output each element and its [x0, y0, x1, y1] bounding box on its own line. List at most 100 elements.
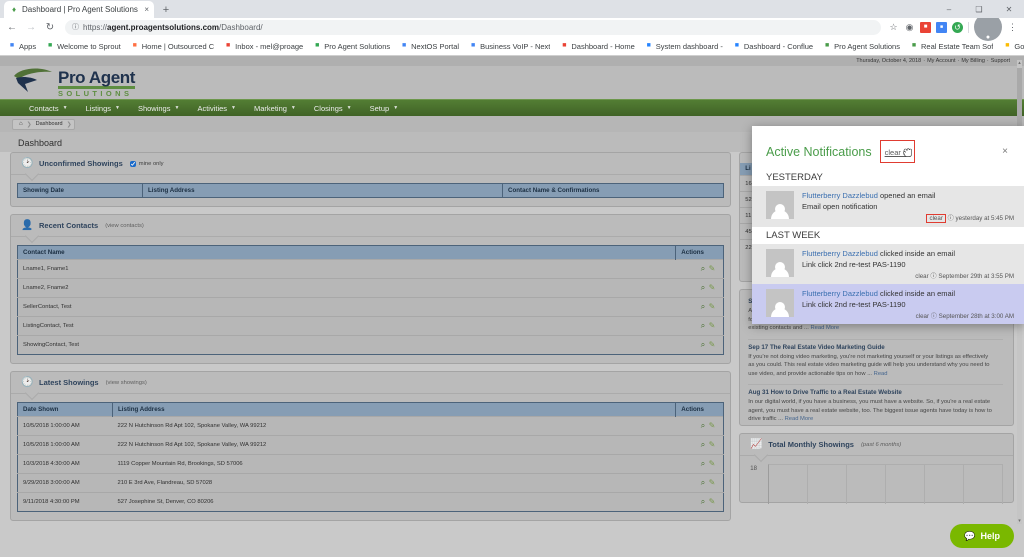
- clear-link[interactable]: clear: [915, 273, 928, 280]
- scroll-down-icon[interactable]: ▾: [1017, 518, 1022, 524]
- pencil-icon[interactable]: ✎: [705, 321, 716, 330]
- pencil-icon[interactable]: ✎: [705, 264, 716, 273]
- table-row[interactable]: ShowingContact, Test ⌕ ✎: [17, 335, 724, 355]
- window-minimize-icon[interactable]: –: [934, 0, 964, 18]
- window-maximize-icon[interactable]: ❑: [964, 0, 994, 18]
- notification-item[interactable]: Flutterberry Dazzlebud clicked inside an…: [752, 284, 1024, 324]
- nav-item-marketing[interactable]: Marketing ▼: [245, 100, 305, 117]
- table-row[interactable]: Lname2, Fname2 ⌕ ✎: [17, 278, 724, 298]
- notification-item[interactable]: Flutterberry Dazzlebud opened an email Em…: [752, 186, 1024, 227]
- back-icon[interactable]: ←: [4, 19, 20, 35]
- table-row[interactable]: Lname1, Fname1 ⌕ ✎: [17, 259, 724, 279]
- sync-icon[interactable]: ↺: [952, 21, 963, 33]
- my-account-link[interactable]: My Account: [927, 58, 955, 64]
- pencil-icon[interactable]: ✎: [705, 440, 716, 449]
- support-link[interactable]: Support: [991, 58, 1010, 64]
- table-row[interactable]: 10/5/2018 1:00:00 AM 222 N Hutchinson Rd …: [17, 416, 724, 436]
- pencil-icon[interactable]: ✎: [705, 478, 716, 487]
- blog-post-title[interactable]: Sep 17 The Real Estate Video Marketing G…: [748, 344, 993, 351]
- site-info-icon[interactable]: ⓘ: [72, 22, 79, 32]
- magnify-icon[interactable]: ⌕: [695, 340, 705, 350]
- magnify-icon[interactable]: ⌕: [695, 421, 705, 431]
- menu-icon[interactable]: ⋮: [1007, 22, 1018, 33]
- bookmark-item[interactable]: ■ Dashboard - Home: [556, 41, 638, 52]
- bookmark-item[interactable]: ■ Google Keep: [999, 41, 1024, 52]
- nav-item-closings[interactable]: Closings ▼: [305, 100, 361, 117]
- read-more-link[interactable]: Read: [874, 371, 888, 377]
- magnify-icon[interactable]: ⌕: [695, 478, 705, 488]
- table-row[interactable]: 10/5/2018 1:00:00 AM 222 N Hutchinson Rd …: [17, 435, 724, 455]
- address-bar[interactable]: ⓘ https://agent.proagentsolutions.com/Da…: [65, 19, 881, 35]
- scroll-up-icon[interactable]: ▴: [1017, 60, 1022, 66]
- bookmark-item[interactable]: ■ System dashboard -: [641, 41, 727, 52]
- bookmark-item[interactable]: ■ Pro Agent Solutions: [819, 41, 904, 52]
- bookmark-item[interactable]: ■ Pro Agent Solutions: [309, 41, 394, 52]
- nav-item-listings[interactable]: Listings ▼: [77, 100, 129, 117]
- table-row[interactable]: 10/3/2018 4:30:00 AM 1119 Copper Mountain…: [17, 454, 724, 474]
- notification-actor-link[interactable]: Flutterberry Dazzlebud: [802, 191, 878, 200]
- new-tab-button[interactable]: +: [158, 2, 174, 18]
- read-more-link[interactable]: Read More: [785, 416, 814, 422]
- col-contact-name[interactable]: Contact Name: [17, 245, 677, 260]
- pencil-icon[interactable]: ✎: [705, 302, 716, 311]
- col-date-shown[interactable]: Date Shown: [17, 402, 113, 417]
- pencil-icon[interactable]: ✎: [705, 340, 716, 349]
- breadcrumb-item-dashboard[interactable]: Dashboard: [32, 121, 67, 127]
- magnify-icon[interactable]: ⌕: [695, 497, 705, 507]
- shield-icon[interactable]: ◉: [904, 22, 915, 33]
- clear-link[interactable]: clear: [916, 313, 929, 320]
- mine-only-input[interactable]: [129, 160, 136, 167]
- pencil-icon[interactable]: ✎: [705, 421, 716, 430]
- col-listing-address[interactable]: Listing Address: [112, 402, 677, 417]
- bookmark-item[interactable]: ■ Business VoIP - Next: [465, 41, 554, 52]
- bookmark-item[interactable]: ■ NextOS Portal: [396, 41, 463, 52]
- mine-only-checkbox[interactable]: mine only: [129, 160, 164, 167]
- magnify-icon[interactable]: ⌕: [695, 440, 705, 450]
- bookmark-item[interactable]: ■ Home | Outsourced C: [127, 41, 218, 52]
- magnify-icon[interactable]: ⌕: [695, 321, 705, 331]
- table-row[interactable]: 9/11/2018 4:30:00 PM 527 Josephine St, De…: [17, 492, 724, 512]
- notification-actor-link[interactable]: Flutterberry Dazzlebud: [802, 249, 878, 258]
- col-contact-confirm[interactable]: Contact Name & Confirmations: [502, 183, 725, 198]
- notification-item[interactable]: Flutterberry Dazzlebud clicked inside an…: [752, 244, 1024, 284]
- col-listing-address[interactable]: Listing Address: [142, 183, 503, 198]
- col-showing-date[interactable]: Showing Date: [17, 183, 143, 198]
- help-button[interactable]: 💬 Help: [950, 524, 1014, 548]
- pencil-icon[interactable]: ✎: [705, 283, 716, 292]
- pencil-icon[interactable]: ✎: [705, 497, 716, 506]
- table-row[interactable]: ListingContact, Test ⌕ ✎: [17, 316, 724, 336]
- nav-item-showings[interactable]: Showings ▼: [129, 100, 188, 117]
- window-close-icon[interactable]: ✕: [994, 0, 1024, 18]
- my-billing-link[interactable]: My Billing: [961, 58, 985, 64]
- nav-item-contacts[interactable]: Contacts ▼: [20, 100, 77, 117]
- magnify-icon[interactable]: ⌕: [695, 302, 705, 312]
- magnify-icon[interactable]: ⌕: [695, 459, 705, 469]
- magnify-icon[interactable]: ⌕: [695, 283, 705, 293]
- clear-link[interactable]: clear: [929, 215, 942, 222]
- adblock-icon[interactable]: ■: [920, 21, 931, 33]
- read-more-link[interactable]: Read More: [810, 325, 839, 331]
- bookmark-item[interactable]: ■ Inbox - mel@proage: [220, 41, 307, 52]
- browser-tab[interactable]: ♦ Dashboard | Pro Agent Solutions ×: [4, 1, 154, 18]
- bookmark-item[interactable]: ■ Apps: [4, 41, 40, 52]
- home-icon[interactable]: ⌂: [15, 121, 27, 127]
- bookmark-item[interactable]: ■ Welcome to Sprout: [42, 41, 125, 52]
- blog-post-title[interactable]: Aug 31 How to Drive Traffic to a Real Es…: [748, 389, 993, 396]
- star-icon[interactable]: ☆: [888, 22, 899, 33]
- table-row[interactable]: SellerContact, Test ⌕ ✎: [17, 297, 724, 317]
- table-row[interactable]: 9/29/2018 3:00:00 AM 210 E 3rd Ave, Fland…: [17, 473, 724, 493]
- calendar-icon[interactable]: ■: [936, 21, 947, 33]
- forward-icon[interactable]: →: [23, 19, 39, 35]
- logo[interactable]: Pro Agent SOLUTIONS: [12, 67, 135, 99]
- nav-item-activities[interactable]: Activities ▼: [188, 100, 245, 117]
- bookmark-item[interactable]: ■ Dashboard - Conflue: [729, 41, 817, 52]
- magnify-icon[interactable]: ⌕: [695, 264, 705, 274]
- bookmark-item[interactable]: ■ Real Estate Team Sof: [906, 41, 997, 52]
- pencil-icon[interactable]: ✎: [705, 459, 716, 468]
- nav-item-setup[interactable]: Setup ▼: [361, 100, 408, 117]
- close-icon[interactable]: ×: [1002, 146, 1012, 157]
- view-contacts-link[interactable]: (view contacts): [105, 223, 144, 229]
- view-showings-link[interactable]: (view showings): [106, 380, 147, 386]
- tab-close-icon[interactable]: ×: [144, 5, 149, 14]
- reload-icon[interactable]: ↻: [42, 19, 58, 35]
